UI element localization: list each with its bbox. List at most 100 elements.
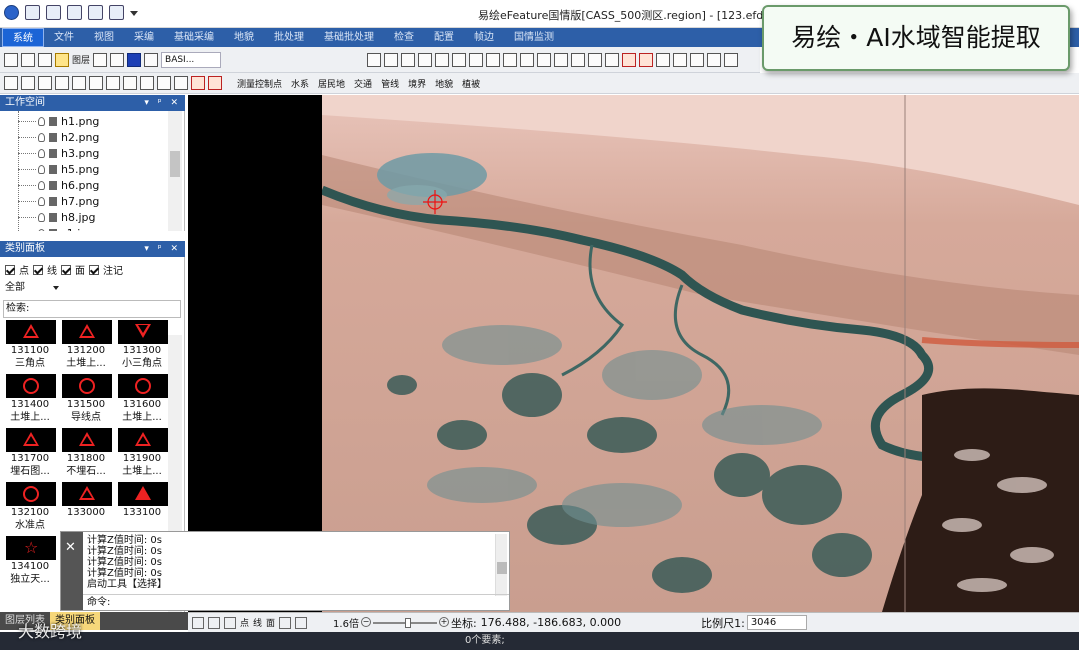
category-pipeline[interactable]: 管线 <box>378 77 402 90</box>
warning-layer-icon[interactable] <box>55 52 69 67</box>
line-tool-icon[interactable] <box>367 52 382 67</box>
workspace-scrollbar[interactable] <box>168 111 182 231</box>
edit-tool-icon[interactable] <box>21 52 35 67</box>
grid-icon[interactable] <box>279 616 292 629</box>
cut-tool-icon[interactable] <box>520 52 535 67</box>
menu-basic-edit[interactable]: 基础采编 <box>164 28 224 47</box>
search-input[interactable]: 检索: <box>3 300 181 318</box>
panel-controls-icon[interactable]: ▾ ᵖ ✕ <box>144 241 181 257</box>
snap-line-toggle[interactable]: 线 <box>253 616 262 629</box>
fire-tool-icon[interactable] <box>191 76 205 90</box>
app-logo-icon[interactable] <box>4 5 19 20</box>
category-water[interactable]: 水系 <box>288 77 312 90</box>
symbol-item[interactable]: 131400 土堆上... <box>3 374 57 424</box>
redo-icon[interactable] <box>67 5 82 20</box>
menu-edit[interactable]: 采编 <box>124 28 164 47</box>
category-control-point[interactable]: 测量控制点 <box>234 77 285 90</box>
workspace-tool-icon[interactable] <box>4 52 18 67</box>
command-scrollbar[interactable] <box>495 534 507 596</box>
symbol-item[interactable]: 131300 小三角点 <box>115 320 169 370</box>
scale-input[interactable]: 3046 <box>746 615 807 630</box>
rotate-tool-icon[interactable] <box>571 52 586 67</box>
symbol-item[interactable]: 131800 不埋石... <box>59 428 113 478</box>
symbol-item[interactable]: 131200 土堆上... <box>59 320 113 370</box>
menu-config[interactable]: 配置 <box>424 28 464 47</box>
scroll-thumb[interactable] <box>497 562 507 574</box>
workspace-file-item[interactable]: h2.png <box>38 129 99 145</box>
layers-icon[interactable] <box>109 5 124 20</box>
print-icon[interactable] <box>88 5 103 20</box>
visibility-bulb-icon[interactable] <box>38 196 45 206</box>
square-tool-icon[interactable] <box>486 52 501 67</box>
workspace-file-item[interactable]: s1.jpg <box>38 225 94 231</box>
symbol-item[interactable]: 133100 <box>115 482 169 532</box>
zoom-out-icon[interactable]: − <box>360 616 371 627</box>
menu-system[interactable]: 系统 <box>2 28 44 47</box>
box-tool-icon[interactable] <box>55 76 69 90</box>
split-tool-icon[interactable] <box>605 52 620 67</box>
multiline-tool-icon[interactable] <box>384 52 399 67</box>
menu-frame[interactable]: 帧边 <box>464 28 504 47</box>
layer-combo[interactable]: BASI... <box>161 51 222 68</box>
close-icon[interactable]: ✕ <box>65 540 76 555</box>
workspace-file-item[interactable]: h1.png <box>38 113 99 129</box>
category-traffic[interactable]: 交通 <box>351 77 375 90</box>
category-residential[interactable]: 居民地 <box>315 77 348 90</box>
snap-point-toggle[interactable]: 点 <box>240 616 249 629</box>
polygon-tool-icon[interactable] <box>89 76 103 90</box>
break-tool-icon[interactable] <box>435 52 450 67</box>
menu-check[interactable]: 检查 <box>384 28 424 47</box>
warning-icon[interactable] <box>224 616 236 629</box>
area-checkbox[interactable] <box>61 264 71 275</box>
symbol-item[interactable]: ☆ 134100 独立天... <box>3 536 57 586</box>
category-boundary[interactable]: 境界 <box>405 77 429 90</box>
delete-tool-icon[interactable] <box>622 52 637 67</box>
undo-icon[interactable] <box>46 5 61 20</box>
copy-tool-icon[interactable] <box>110 52 125 67</box>
symbol-item[interactable]: 131600 土堆上... <box>115 374 169 424</box>
visibility-bulb-icon[interactable] <box>38 212 45 222</box>
scroll-thumb[interactable] <box>170 151 180 177</box>
color-swatch-icon[interactable] <box>127 52 142 67</box>
customize-dropdown-icon[interactable] <box>130 5 138 20</box>
menu-monitor[interactable]: 国情监测 <box>504 28 564 47</box>
ortho-icon[interactable] <box>295 616 308 629</box>
scale-tool-icon[interactable] <box>707 52 722 67</box>
symbol-item[interactable]: 132100 水准点 <box>3 482 57 532</box>
visibility-bulb-icon[interactable] <box>38 116 45 126</box>
point-tool-icon[interactable] <box>4 76 18 90</box>
workspace-file-item[interactable]: h6.png <box>38 177 99 193</box>
snap-area-toggle[interactable]: 面 <box>266 616 275 629</box>
bulb-icon[interactable] <box>208 616 220 629</box>
zoom-slider[interactable]: − + <box>360 616 449 629</box>
edge-tool-icon[interactable] <box>503 52 518 67</box>
arc-tool-icon[interactable] <box>38 76 52 90</box>
category-terrain[interactable]: 地貌 <box>432 77 456 90</box>
menu-batch[interactable]: 批处理 <box>264 28 314 47</box>
slider-knob[interactable] <box>404 617 411 628</box>
workspace-file-item[interactable]: h8.jpg <box>38 209 96 225</box>
window-tool-icon[interactable] <box>72 76 86 90</box>
clear-tool-icon[interactable] <box>208 76 222 90</box>
dashed-line-icon[interactable] <box>401 52 416 67</box>
text-tool-icon[interactable] <box>123 76 137 90</box>
menu-terrain[interactable]: 地貌 <box>224 28 264 47</box>
annotation-checkbox[interactable] <box>89 264 99 275</box>
symbol-item[interactable]: 133000 <box>59 482 113 532</box>
node-tool-icon[interactable] <box>537 52 552 67</box>
symbol-item[interactable]: 131700 埋石图... <box>3 428 57 478</box>
visibility-bulb-icon[interactable] <box>38 164 45 174</box>
table-tool-icon[interactable] <box>144 52 159 67</box>
visibility-bulb-icon[interactable] <box>38 132 45 142</box>
pattern-tool-icon[interactable] <box>157 76 171 90</box>
zoom-in-icon[interactable]: + <box>438 616 449 627</box>
point-checkbox[interactable] <box>5 264 15 275</box>
workspace-file-item[interactable]: h7.png <box>38 193 99 209</box>
visibility-bulb-icon[interactable] <box>38 228 45 231</box>
rect-tool-icon[interactable] <box>469 52 484 67</box>
menu-view[interactable]: 视图 <box>84 28 124 47</box>
save-icon[interactable] <box>25 5 40 20</box>
workspace-file-item[interactable]: h3.png <box>38 145 99 161</box>
circle-tool-icon[interactable] <box>106 76 120 90</box>
symbol-item[interactable]: 131100 三角点 <box>3 320 57 370</box>
